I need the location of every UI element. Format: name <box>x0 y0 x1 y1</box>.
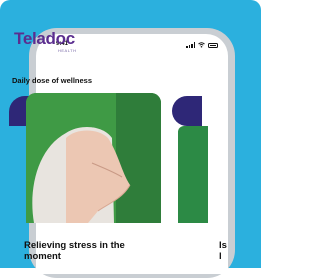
next-card-image[interactable] <box>178 126 208 223</box>
status-icons <box>186 41 218 48</box>
next-card-title-line-1: Is <box>219 240 227 251</box>
backdrop-right <box>228 0 261 268</box>
section-title: Daily dose of wellness <box>12 76 93 85</box>
wellness-card-image[interactable] <box>26 93 161 223</box>
next-card-title-line-2: l <box>219 251 222 262</box>
next-card-title[interactable]: Is l <box>219 240 227 262</box>
logo-subtext: HEALTH <box>58 48 77 53</box>
card-title[interactable]: Relieving stress in the moment <box>24 240 125 262</box>
card-title-line-1: Relieving stress in the <box>24 240 125 251</box>
next-card-decoration <box>172 96 202 126</box>
card-title-line-2: moment <box>24 251 61 262</box>
battery-icon <box>208 43 218 48</box>
wifi-icon <box>198 42 205 48</box>
woman-portrait-image <box>26 93 161 223</box>
signal-icon <box>186 42 195 48</box>
teladoc-logo[interactable]: Teladoc <box>14 29 75 49</box>
